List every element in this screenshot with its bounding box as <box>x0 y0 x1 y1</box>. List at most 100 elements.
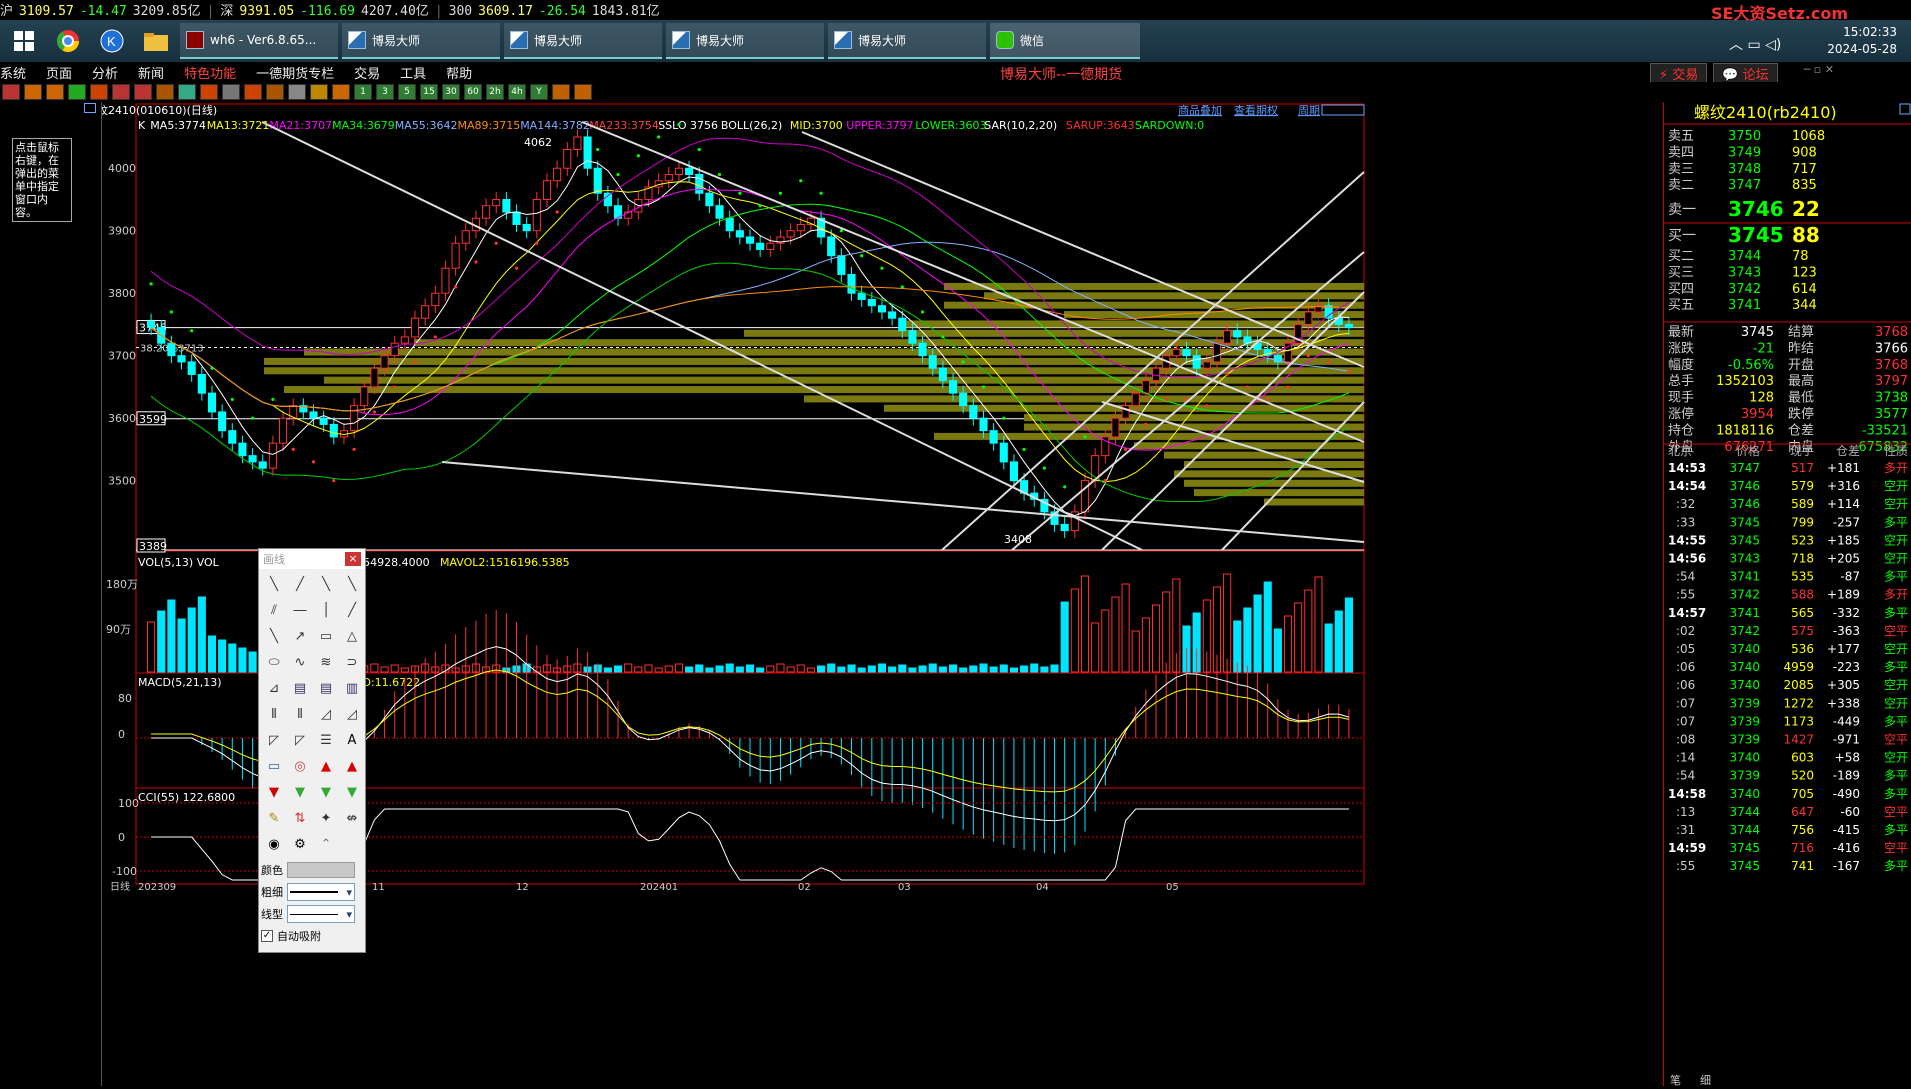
panel-toggle-icon[interactable] <box>84 103 96 113</box>
draw-tool-icon[interactable]: ≋ <box>313 649 339 675</box>
menu-item[interactable]: 一德期货专栏 <box>256 63 334 82</box>
draw-tool-icon[interactable]: ◿ <box>339 701 365 727</box>
chrome-icon[interactable] <box>48 23 88 59</box>
windows-start-icon[interactable] <box>4 23 44 59</box>
draw-tool-icon[interactable]: ⇅ <box>287 805 313 831</box>
draw-tool-icon[interactable]: ▼ <box>261 779 287 805</box>
clock[interactable]: 15:02:33 2024-05-28 <box>1827 24 1897 58</box>
period-nav-icon[interactable] <box>1321 104 1365 116</box>
period-button[interactable]: 30 <box>442 84 460 100</box>
menu-item[interactable]: 帮助 <box>446 63 472 82</box>
tray-icons[interactable]: ︿ ▭ ◁) <box>1729 34 1781 54</box>
toolbar-icon[interactable] <box>244 84 262 100</box>
menu-item[interactable]: 交易 <box>354 63 380 82</box>
toolbar-icon[interactable] <box>310 84 328 100</box>
draw-tool-icon[interactable]: ― <box>287 597 313 623</box>
period-button[interactable]: 5 <box>398 84 416 100</box>
folder-icon[interactable] <box>136 23 176 59</box>
chart-link[interactable]: 查看期权 <box>1234 103 1278 117</box>
window-controls[interactable]: ─ ▫ ✕ <box>1804 63 1834 84</box>
draw-tool-icon[interactable]: ⬭ <box>261 649 287 675</box>
toolbar-icon[interactable] <box>266 84 284 100</box>
draw-tool-icon[interactable]: ╲ <box>339 571 365 597</box>
menu-item[interactable]: 系统 <box>0 63 26 82</box>
toolbar-icon[interactable] <box>112 84 130 100</box>
toolbar-icon[interactable] <box>134 84 152 100</box>
chart-link[interactable]: 商品叠加 <box>1178 103 1222 117</box>
draw-tool-icon[interactable]: ▭ <box>261 753 287 779</box>
toolbar-icon[interactable] <box>2 84 20 100</box>
auto-snap-checkbox[interactable]: ✓ <box>261 930 273 942</box>
color-swatch[interactable] <box>287 862 355 878</box>
toolbar-icon[interactable] <box>332 84 350 100</box>
taskbar-app-button[interactable]: wh6 - Ver6.8.65... <box>180 23 338 59</box>
draw-tool-icon[interactable]: A <box>339 727 365 753</box>
draw-tool-icon[interactable]: ▤ <box>313 675 339 701</box>
toolbar-icon[interactable] <box>200 84 218 100</box>
draw-tool-icon[interactable]: ╲ <box>313 571 339 597</box>
forum-button[interactable]: 💬 论坛 <box>1713 63 1778 84</box>
drawpanel-close-button[interactable]: × <box>345 552 361 566</box>
k-app-icon[interactable]: K <box>92 23 132 59</box>
quote-bottom-tab[interactable]: 笔 <box>1670 1073 1681 1087</box>
menu-item[interactable]: 页面 <box>46 63 72 82</box>
draw-tool-icon[interactable]: │ <box>313 597 339 623</box>
draw-tool-icon[interactable]: ◿ <box>313 701 339 727</box>
draw-tool-icon[interactable]: ✦ <box>313 805 339 831</box>
period-button[interactable]: 60 <box>464 84 482 100</box>
menu-item[interactable]: 新闻 <box>138 63 164 82</box>
trade-button[interactable]: ⚡ 交易 <box>1650 63 1708 84</box>
draw-tool-icon[interactable]: ╱ <box>287 571 313 597</box>
draw-tool-icon[interactable]: ⌃ <box>313 831 339 857</box>
draw-tool-icon[interactable]: ⦀ <box>287 701 313 727</box>
toolbar-icon[interactable] <box>222 84 240 100</box>
menu-item[interactable]: 分析 <box>92 63 118 82</box>
draw-tool-icon[interactable]: ▤ <box>287 675 313 701</box>
draw-tool-icon[interactable]: ⚙ <box>287 831 313 857</box>
draw-tool-icon[interactable]: ☰ <box>313 727 339 753</box>
period-button[interactable]: 2h <box>486 84 504 100</box>
toolbar-icon[interactable] <box>574 84 592 100</box>
draw-tool-icon[interactable]: ↗ <box>287 623 313 649</box>
draw-tool-icon[interactable]: ∿ <box>287 649 313 675</box>
taskbar-app-button[interactable]: 微信 <box>990 23 1140 59</box>
period-button[interactable]: 3 <box>376 84 394 100</box>
period-button[interactable]: 15 <box>420 84 438 100</box>
period-button[interactable]: 4h <box>508 84 526 100</box>
toolbar-icon[interactable] <box>178 84 196 100</box>
draw-tool-icon[interactable]: ⫽ <box>261 597 287 623</box>
draw-tool-icon[interactable]: ◎ <box>287 753 313 779</box>
quote-bottom-tab[interactable]: 细 <box>1700 1074 1711 1087</box>
chart-link[interactable]: 周期 <box>1298 104 1320 117</box>
draw-tool-icon[interactable]: ▲ <box>339 753 365 779</box>
period-button[interactable]: Y <box>530 84 548 100</box>
draw-tool-icon[interactable]: ✎ <box>261 805 287 831</box>
toolbar-icon[interactable] <box>156 84 174 100</box>
taskbar-app-button[interactable]: 博易大师 <box>666 23 824 59</box>
draw-tool-icon[interactable]: ▼ <box>339 779 365 805</box>
menu-item[interactable]: 工具 <box>400 63 426 82</box>
toolbar-icon[interactable] <box>46 84 64 100</box>
line-width-select[interactable]: ▾ <box>287 883 355 901</box>
draw-tool-icon[interactable]: ◉ <box>261 831 287 857</box>
draw-tool-icon[interactable]: ⊃ <box>339 649 365 675</box>
menu-item[interactable]: 特色功能 <box>184 63 236 82</box>
draw-tool-icon[interactable]: ◸ <box>261 727 287 753</box>
draw-tool-icon[interactable]: ▥ <box>339 675 365 701</box>
taskbar-app-button[interactable]: 博易大师 <box>504 23 662 59</box>
toolbar-icon[interactable] <box>90 84 108 100</box>
taskbar-app-button[interactable]: 博易大师 <box>828 23 986 59</box>
draw-tool-icon[interactable]: ╱ <box>339 597 365 623</box>
draw-tool-icon[interactable]: △ <box>339 623 365 649</box>
period-button[interactable]: 1 <box>354 84 372 100</box>
toolbar-icon[interactable] <box>288 84 306 100</box>
draw-tool-icon[interactable]: ◸ <box>287 727 313 753</box>
toolbar-icon[interactable] <box>24 84 42 100</box>
draw-tool-icon[interactable]: ▼ <box>287 779 313 805</box>
taskbar-app-button[interactable]: 博易大师 <box>342 23 500 59</box>
draw-tool-icon[interactable]: ⊿ <box>261 675 287 701</box>
draw-tool-icon[interactable]: ╲ <box>261 623 287 649</box>
draw-tool-icon[interactable]: ⇎ <box>339 805 365 831</box>
draw-tool-icon[interactable]: ▲ <box>313 753 339 779</box>
line-style-select[interactable]: ▾ <box>287 905 355 923</box>
